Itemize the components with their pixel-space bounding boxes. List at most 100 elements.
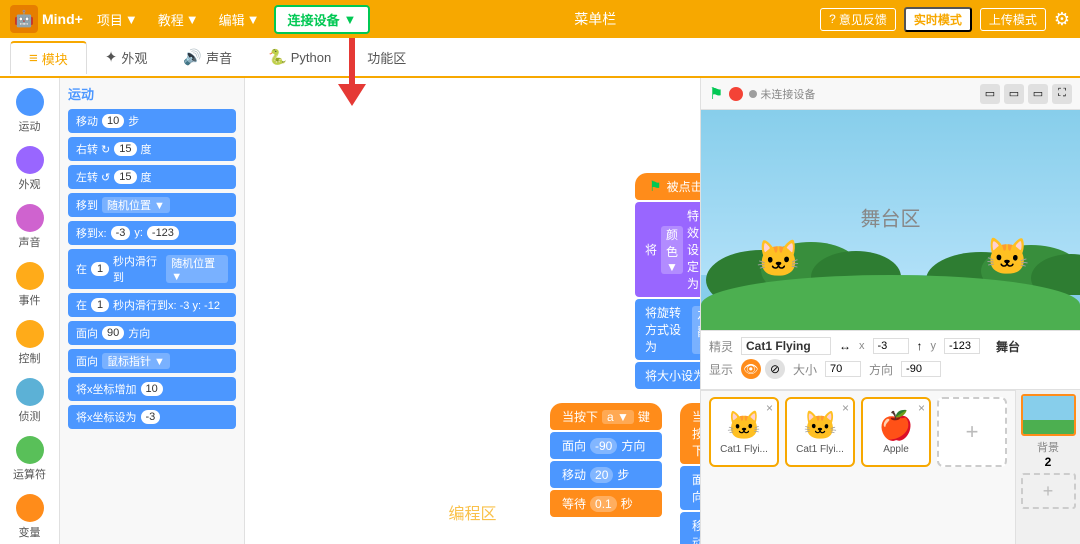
events-dot (16, 262, 44, 290)
block-face-90[interactable]: 面向 90 方向 (680, 466, 700, 510)
visibility-buttons: 👁 ⊘ (741, 359, 785, 379)
block-turn-right[interactable]: 右转 ↻ 15 度 (68, 137, 236, 161)
block-when-key-d[interactable]: 当按下 d ▼ 键 (680, 403, 700, 464)
sprite-thumb-cat1-flying[interactable]: × 🐱 Cat1 Flyi... (709, 397, 779, 467)
python-icon: 🐍 (268, 48, 287, 66)
tab-appearance[interactable]: ✦ 外观 (87, 42, 166, 73)
block-when-key-a[interactable]: 当按下 a ▼ 键 (550, 403, 662, 430)
menu-item-tutorial[interactable]: 教程 ▼ (152, 8, 205, 31)
chevron-down-icon: ▼ (125, 12, 138, 27)
sprite-close-icon[interactable]: × (918, 401, 925, 415)
menu-item-edit[interactable]: 编辑 ▼ (213, 8, 266, 31)
block-when-flag-clicked[interactable]: ⚑ 被点击 (635, 173, 700, 200)
block-goto-random[interactable]: 移到 随机位置 ▼ (68, 193, 236, 217)
block-set-rotation[interactable]: 将旋转方式设为 左右翻转 ▼ (635, 299, 700, 360)
stage-canvas: 舞台区 🐱 🐱 (701, 110, 1080, 330)
sprite-info-panel: 精灵 Cat1 Flying ↔ x -3 ↑ y -123 舞台 显示 👁 ⊘… (701, 330, 1080, 389)
stage-ground (701, 275, 1080, 330)
stage-fullscreen-button[interactable]: ⛶ (1052, 84, 1072, 104)
block-set-size[interactable]: 将大小设为 70 (635, 362, 700, 389)
sprite-thumb-apple[interactable]: × 🍎 Apple (861, 397, 931, 467)
operators-dot (16, 436, 44, 464)
sprite-name-value[interactable]: Cat1 Flying (741, 337, 831, 355)
realtime-mode-button[interactable]: 实时模式 (904, 7, 972, 32)
tab-blocks[interactable]: ≡ 模块 (10, 41, 87, 74)
category-appearance[interactable]: 外观 (3, 142, 57, 196)
chevron-down-icon: ▼ (344, 12, 357, 27)
sprite-icon3: 🍎 (879, 409, 914, 442)
connect-device-button[interactable]: 连接设备 ▼ (274, 5, 371, 34)
stage-large-button[interactable]: ▭ (1028, 84, 1048, 104)
stage-mini-thumbnail[interactable] (1021, 394, 1076, 436)
arrow-head-icon (338, 84, 366, 106)
tab-python[interactable]: 🐍 Python (250, 42, 349, 72)
chevron-down-icon: ▼ (186, 12, 199, 27)
block-face-direction[interactable]: 面向 90 方向 (68, 321, 236, 345)
sensing-dot (16, 378, 44, 406)
stage-mini-ground (1023, 420, 1074, 434)
sprite-size-value[interactable]: 70 (825, 361, 861, 377)
category-control[interactable]: 控制 (3, 316, 57, 370)
sprite-close-icon[interactable]: × (766, 401, 773, 415)
blocks-panel: 运动 移动 10 步 右转 ↻ 15 度 左转 ↺ 15 度 移到 随机位置 ▼… (60, 78, 245, 544)
category-sensing[interactable]: 侦测 (3, 374, 57, 428)
arrow-up-icon: ↑ (917, 339, 923, 353)
sprite-thumb-cat1-flying2[interactable]: × 🐱 Cat1 Flyi... (785, 397, 855, 467)
variables-dot (16, 494, 44, 522)
sprite-cat2: 🐱 (985, 236, 1030, 278)
category-motion[interactable]: 运动 (3, 84, 57, 138)
stage-buttons: ▭ ▭ ▭ ⛶ (980, 84, 1072, 104)
logo-icon: 🤖 (10, 5, 38, 33)
menu-bar-label: 菜单栏 (378, 9, 812, 29)
feedback-button[interactable]: ? 意见反馈 (820, 8, 896, 31)
block-goto-xy[interactable]: 移到x: -3 y: -123 (68, 221, 236, 245)
block-face-neg90[interactable]: 面向 -90 方向 (550, 432, 662, 459)
upload-mode-button[interactable]: 上传模式 (980, 8, 1046, 31)
add-background-button[interactable]: + (1021, 473, 1076, 509)
stage-medium-button[interactable]: ▭ (1004, 84, 1024, 104)
menu-item-project[interactable]: 项目 ▼ (91, 8, 144, 31)
block-move-20a[interactable]: 移动 20 步 (550, 461, 662, 488)
category-variables[interactable]: 变量 (3, 490, 57, 544)
settings-icon[interactable]: ⚙ (1054, 9, 1070, 30)
code-area-label: 编程区 (448, 500, 496, 524)
green-flag-button[interactable]: ⚑ (709, 84, 723, 104)
background-num: 2 (1045, 455, 1052, 469)
sprite-info-row2: 显示 👁 ⊘ 大小 70 方向 -90 (709, 359, 1072, 379)
block-turn-left[interactable]: 左转 ↺ 15 度 (68, 165, 236, 189)
block-move[interactable]: 移动 10 步 (68, 109, 236, 133)
add-sprite-button[interactable]: + (937, 397, 1007, 467)
sprite-x-value[interactable]: -3 (873, 338, 909, 354)
block-move-20d[interactable]: 移动 20 步 (680, 512, 700, 544)
flag-icon: ⚑ (649, 178, 662, 195)
main-layout: 运动 外观 声音 事件 控制 侦测 运算符 变量 (0, 78, 1080, 544)
stage-mini-panel: 背景 2 + (1015, 390, 1080, 544)
stage-area: ⚑ 未连接设备 ▭ ▭ ▭ ⛶ 舞台区 (700, 78, 1080, 544)
sprite-direction-value[interactable]: -90 (901, 361, 941, 377)
logo-text: Mind+ (42, 11, 83, 27)
category-sound[interactable]: 声音 (3, 200, 57, 254)
sprite-icon: 🐱 (727, 409, 762, 442)
show-button[interactable]: 👁 (741, 359, 761, 379)
category-events[interactable]: 事件 (3, 258, 57, 312)
sprite-close-icon[interactable]: × (842, 401, 849, 415)
arrow-shaft (349, 38, 355, 84)
block-change-x[interactable]: 将x坐标增加 10 (68, 377, 236, 401)
sprite-y-value[interactable]: -123 (944, 338, 980, 354)
code-area[interactable]: ⚑ 被点击 将 颜色 ▼ 特效设定为 120 将旋转方式设为 左右翻转 ▼ 将大… (245, 78, 700, 544)
tab-sound[interactable]: 🔊 声音 (165, 42, 250, 73)
code-block-group-key-a: 当按下 a ▼ 键 面向 -90 方向 移动 20 步 等待 0.1 秒 (550, 403, 662, 517)
not-connected-status: 未连接设备 (749, 86, 815, 102)
block-wait-0.1a[interactable]: 等待 0.1 秒 (550, 490, 662, 517)
stop-button[interactable] (729, 87, 743, 101)
block-glide-xy[interactable]: 在 1 秒内滑行到x: -3 y: -12 (68, 293, 236, 317)
sound-dot (16, 204, 44, 232)
block-set-x[interactable]: 将x坐标设为 -3 (68, 405, 236, 429)
stage-small-button[interactable]: ▭ (980, 84, 1000, 104)
block-face-mouse[interactable]: 面向 鼠标指针 ▼ (68, 349, 236, 373)
control-dot (16, 320, 44, 348)
hide-button[interactable]: ⊘ (765, 359, 785, 379)
block-set-color-effect[interactable]: 将 颜色 ▼ 特效设定为 120 (635, 202, 700, 297)
category-operators[interactable]: 运算符 (3, 432, 57, 486)
block-glide-random[interactable]: 在 1 秒内滑行到 随机位置 ▼ (68, 249, 236, 289)
